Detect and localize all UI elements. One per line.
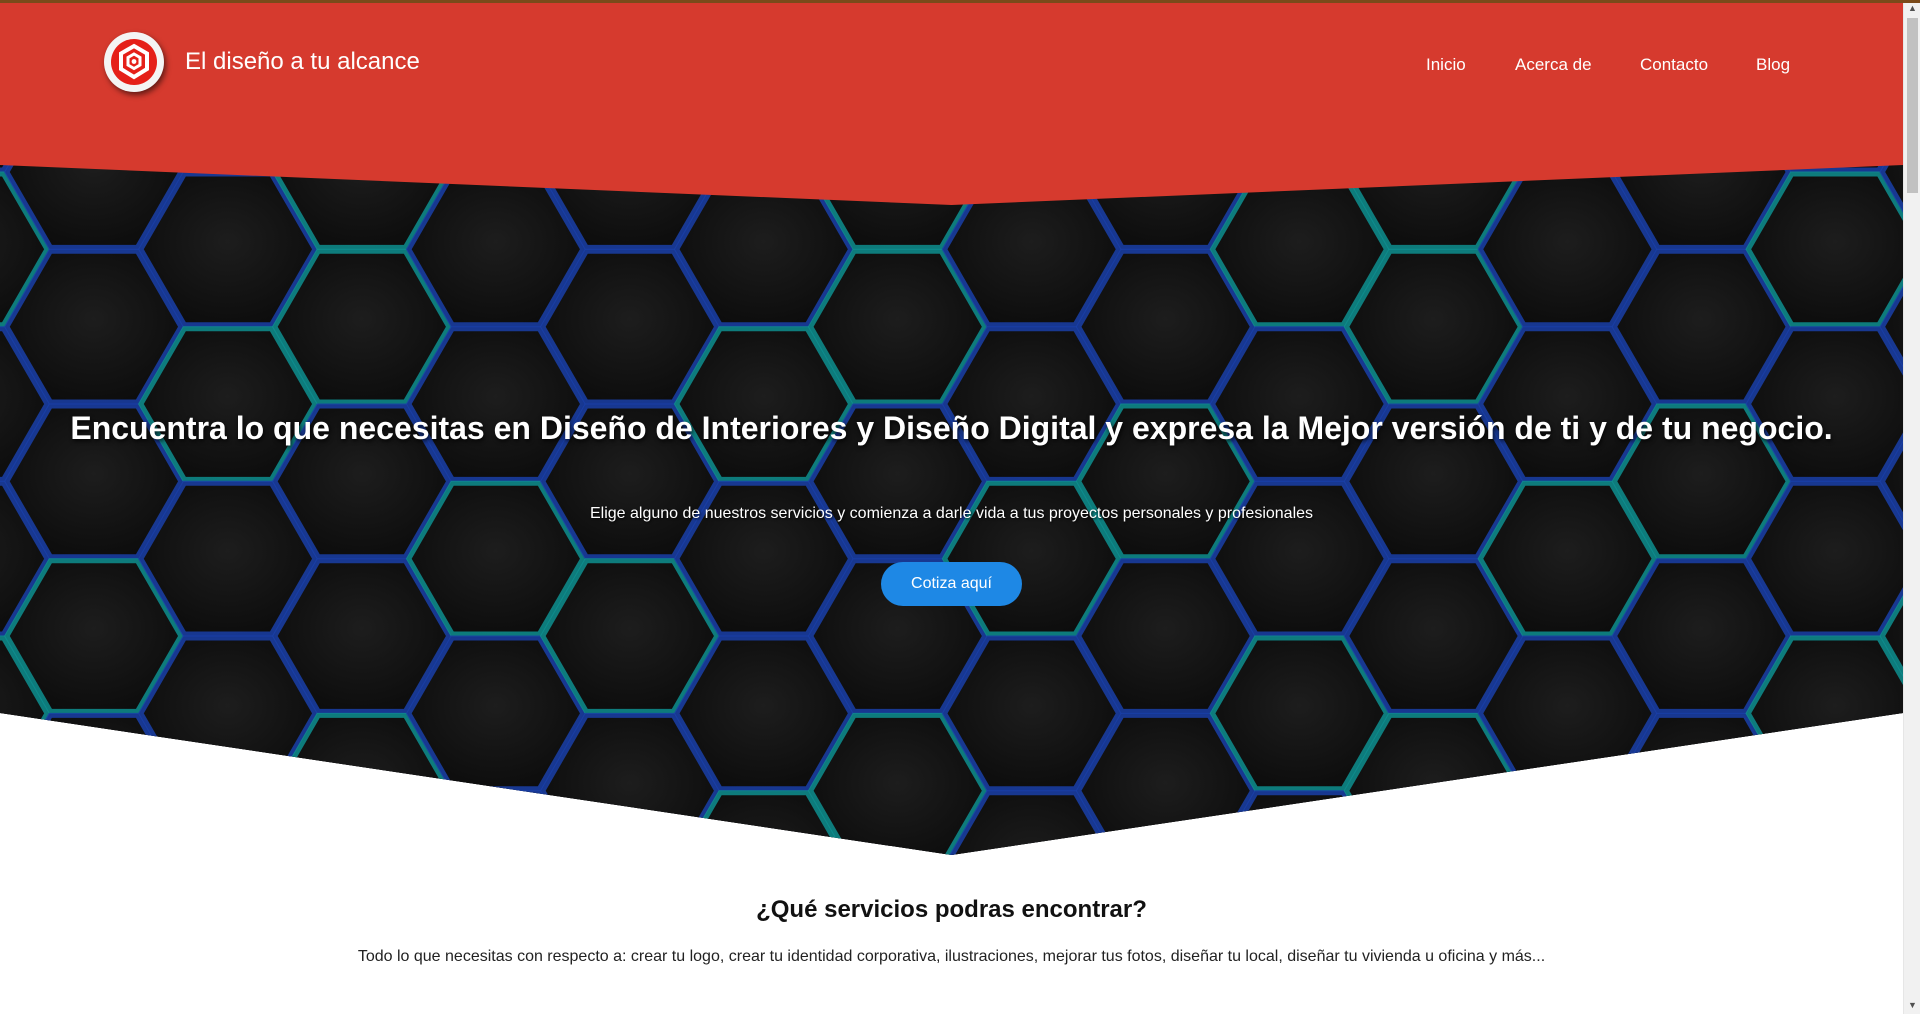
- cotiza-button[interactable]: Cotiza aquí: [881, 562, 1022, 606]
- hero-subtitle: Elige alguno de nuestros servicios y com…: [589, 505, 1314, 522]
- hexagon-tile: [4, 712, 184, 855]
- nav-link-contacto[interactable]: Contacto: [1640, 55, 1708, 75]
- services-title: ¿Qué servicios podras encontrar?: [756, 896, 1147, 923]
- hexagon-tile: [1745, 790, 1903, 855]
- nav-link-acerca-de[interactable]: Acerca de: [1515, 55, 1592, 75]
- brand-name[interactable]: El diseño a tu alcance: [185, 48, 420, 76]
- scroll-thumb[interactable]: [1907, 18, 1918, 193]
- nav-link-blog[interactable]: Blog: [1756, 55, 1790, 75]
- brand[interactable]: El diseño a tu alcance: [104, 32, 420, 92]
- scroll-down-arrow-icon[interactable]: ▼: [1904, 997, 1920, 1014]
- hexagon-tile: [1879, 712, 1903, 855]
- services-description: Todo lo que necesitas con respecto a: cr…: [357, 948, 1546, 965]
- hexagon-tile: [405, 790, 586, 855]
- nav-link-inicio[interactable]: Inicio: [1426, 55, 1466, 75]
- hexagon-logo-icon[interactable]: [104, 32, 164, 92]
- hexagon-tile: [0, 790, 50, 855]
- page-viewport: El diseño a tu alcance Inicio Acerca de …: [0, 0, 1903, 1014]
- vertical-scrollbar[interactable]: ▲ ▼: [1903, 0, 1920, 1014]
- hexagon-tile: [1477, 790, 1658, 855]
- window-top-border: [0, 0, 1920, 3]
- hero-title: Encuentra lo que necesitas en Diseño de …: [70, 410, 1833, 446]
- hexagon-tile: [138, 790, 318, 855]
